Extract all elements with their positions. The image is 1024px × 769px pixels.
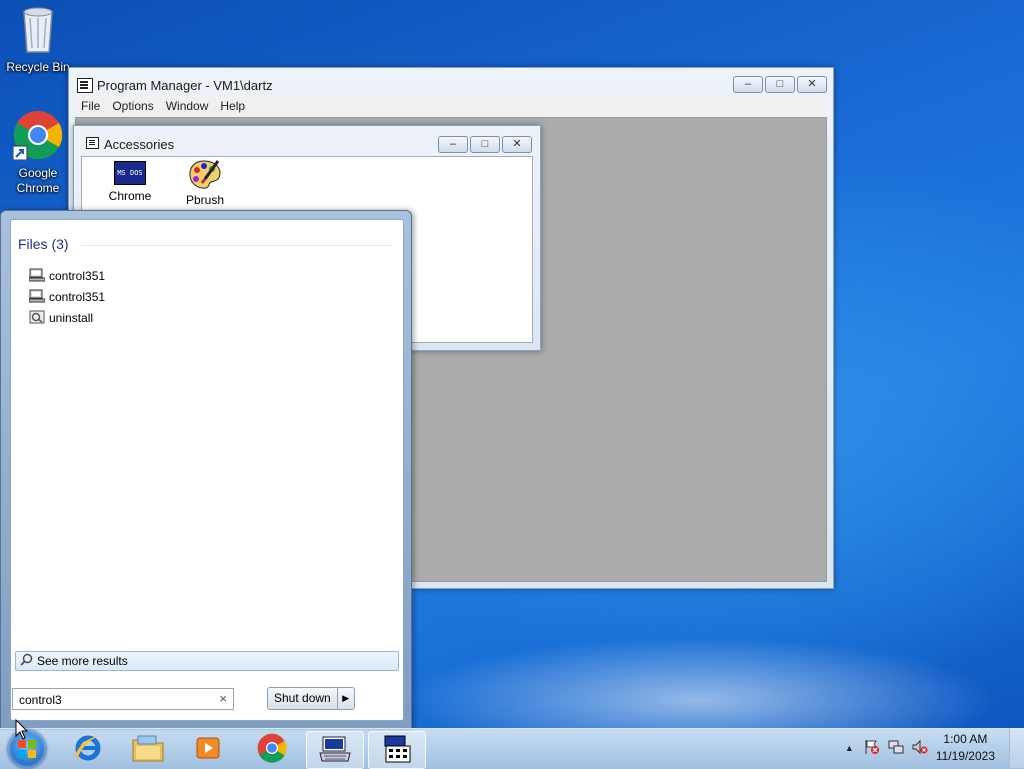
- menu-help[interactable]: Help: [214, 97, 251, 116]
- paint-palette-icon: [188, 159, 222, 191]
- search-result-item[interactable]: control351: [28, 288, 106, 306]
- file-explorer-icon: [132, 734, 164, 765]
- chrome-icon: [257, 733, 287, 766]
- results-category-heading[interactable]: Files (3): [18, 236, 69, 252]
- clock-time: 1:00 AM: [943, 732, 988, 746]
- shut-down-button[interactable]: Shut down: [268, 688, 338, 709]
- keyboard-app-icon: [319, 735, 351, 766]
- see-more-results-button[interactable]: See more results: [15, 651, 399, 671]
- network-icon[interactable]: [888, 739, 904, 758]
- menu-bar: File Options Window Help: [75, 97, 827, 116]
- maximize-button[interactable]: □: [765, 76, 795, 93]
- menu-file[interactable]: File: [75, 97, 106, 116]
- program-manager-icon: [382, 734, 412, 767]
- search-result-item[interactable]: control351: [28, 267, 106, 285]
- taskbar-internet-explorer[interactable]: [60, 731, 116, 767]
- desktop-icon-recycle-bin[interactable]: Recycle Bin: [0, 6, 76, 75]
- window-title: Program Manager - VM1\dartz: [97, 78, 273, 93]
- shutdown-split-button: Shut down ▶: [267, 687, 355, 710]
- minimize-button[interactable]: –: [733, 76, 763, 93]
- see-more-label: See more results: [37, 654, 128, 668]
- clock-date: 11/19/2023: [935, 749, 995, 763]
- search-result-item[interactable]: uninstall: [29, 309, 93, 327]
- menu-window[interactable]: Window: [160, 97, 215, 116]
- taskbar-chrome[interactable]: [244, 731, 300, 767]
- computer-icon: [28, 289, 46, 306]
- program-label: Chrome: [108, 189, 152, 203]
- action-center-flag-icon[interactable]: [864, 739, 880, 758]
- close-button[interactable]: ✕: [797, 76, 827, 93]
- taskbar-media-player[interactable]: [180, 731, 236, 767]
- menu-options[interactable]: Options: [106, 97, 159, 116]
- computer-icon: [28, 268, 46, 285]
- search-box[interactable]: ×: [12, 688, 234, 710]
- group-icon: [86, 137, 99, 149]
- taskbar-program-manager[interactable]: [368, 731, 426, 769]
- clear-search-icon[interactable]: ×: [219, 691, 227, 706]
- internet-explorer-icon: [73, 733, 103, 766]
- volume-muted-icon[interactable]: [912, 739, 928, 758]
- system-tray: ▲ 1:00 AM 11/19/2023: [845, 728, 1024, 768]
- desktop-icon-label: Google Chrome: [16, 166, 60, 195]
- clock[interactable]: 1:00 AM 11/19/2023: [936, 731, 995, 765]
- title-bar[interactable]: Accessories – □ ✕: [74, 126, 540, 156]
- ms-dos-icon: MS DOS: [114, 161, 146, 185]
- divider: [81, 245, 393, 246]
- show-hidden-icons-button[interactable]: ▲: [845, 743, 854, 753]
- result-label: control351: [49, 269, 106, 283]
- search-results-pane: Files (3) control351 control351 uninstal…: [10, 219, 404, 721]
- start-menu: Files (3) control351 control351 uninstal…: [0, 210, 412, 730]
- settings-file-icon: [29, 310, 45, 327]
- desktop-icon-google-chrome[interactable]: Google Chrome: [0, 110, 76, 196]
- title-bar[interactable]: Program Manager - VM1\dartz – □ ✕: [69, 68, 833, 100]
- close-button[interactable]: ✕: [502, 136, 532, 153]
- maximize-button[interactable]: □: [470, 136, 500, 153]
- shutdown-options-arrow-icon[interactable]: ▶: [338, 688, 354, 709]
- program-manager-icon: [77, 78, 93, 93]
- taskbar-file-explorer[interactable]: [120, 731, 176, 767]
- media-player-icon: [194, 734, 222, 765]
- recycle-bin-icon: [0, 6, 76, 58]
- program-item-pbrush[interactable]: Pbrush: [170, 159, 240, 207]
- show-desktop-button[interactable]: [1009, 728, 1024, 768]
- result-label: control351: [49, 290, 106, 304]
- chrome-icon: [0, 110, 76, 164]
- minimize-button[interactable]: –: [438, 136, 468, 153]
- taskbar-keyboard-app[interactable]: [306, 731, 364, 769]
- windows-logo-icon: [18, 740, 36, 761]
- program-label: Pbrush: [185, 193, 225, 207]
- search-input[interactable]: [17, 691, 211, 708]
- window-title: Accessories: [104, 137, 175, 152]
- result-label: uninstall: [49, 311, 94, 325]
- search-icon: [20, 653, 33, 669]
- program-item-chrome[interactable]: MS DOS Chrome: [95, 161, 165, 203]
- desktop-icon-label: Recycle Bin: [6, 60, 70, 74]
